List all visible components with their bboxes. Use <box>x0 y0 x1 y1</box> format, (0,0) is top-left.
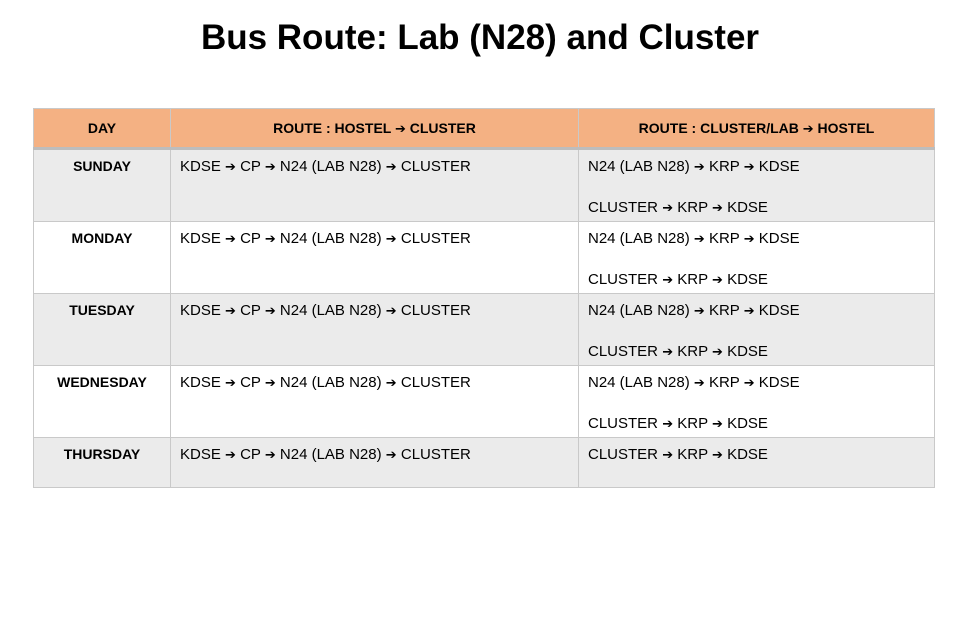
arrow-right-icon: ➔ <box>662 417 674 432</box>
arrow-right-icon: ➔ <box>662 273 674 288</box>
arrow-right-icon: ➔ <box>385 376 397 391</box>
arrow-right-icon: ➔ <box>225 160 236 175</box>
route-line: N24 (LAB N28) ➔ KRP ➔ KDSE <box>588 374 800 391</box>
route-line: CLUSTER ➔ KRP ➔ KDSE <box>588 271 768 288</box>
arrow-right-icon: ➔ <box>264 304 276 319</box>
arrow-right-icon: ➔ <box>693 376 705 391</box>
arrow-right-icon: ➔ <box>662 345 674 360</box>
day-cell: SUNDAY <box>33 148 171 222</box>
arrow-right-icon: ➔ <box>385 448 397 463</box>
route-line: KDSE ➔ CP ➔ N24 (LAB N28) ➔ CLUSTER <box>180 230 471 247</box>
table-row: MONDAY KDSE ➔ CP ➔ N24 (LAB N28) ➔ CLUST… <box>33 221 935 294</box>
route-line: N24 (LAB N28) ➔ KRP ➔ KDSE <box>588 302 800 319</box>
table-header-row: DAY ROUTE : HOSTEL ➔ CLUSTER ROUTE : CLU… <box>33 108 935 150</box>
route-to-cluster-cell: KDSE ➔ CP ➔ N24 (LAB N28) ➔ CLUSTER <box>170 221 579 294</box>
arrow-right-icon: ➔ <box>662 448 674 463</box>
arrow-right-icon: ➔ <box>385 232 397 247</box>
table-row: WEDNESDAY KDSE ➔ CP ➔ N24 (LAB N28) ➔ CL… <box>33 365 935 438</box>
arrow-right-icon: ➔ <box>693 160 705 175</box>
route-to-cluster-cell: KDSE ➔ CP ➔ N24 (LAB N28) ➔ CLUSTER <box>170 293 579 366</box>
arrow-right-icon: ➔ <box>802 121 814 137</box>
route-to-hostel-cell: N24 (LAB N28) ➔ KRP ➔ KDSE CLUSTER ➔ KRP… <box>578 365 935 438</box>
header-hostel-to-cluster: ROUTE : HOSTEL ➔ CLUSTER <box>170 108 579 150</box>
route-to-cluster-cell: KDSE ➔ CP ➔ N24 (LAB N28) ➔ CLUSTER <box>170 365 579 438</box>
arrow-right-icon: ➔ <box>225 232 236 247</box>
arrow-right-icon: ➔ <box>662 201 674 216</box>
arrow-right-icon: ➔ <box>225 448 236 463</box>
arrow-right-icon: ➔ <box>712 448 723 463</box>
arrow-right-icon: ➔ <box>394 121 406 137</box>
table-row: TUESDAY KDSE ➔ CP ➔ N24 (LAB N28) ➔ CLUS… <box>33 293 935 366</box>
table-row: THURSDAY KDSE ➔ CP ➔ N24 (LAB N28) ➔ CLU… <box>33 437 935 488</box>
day-cell: MONDAY <box>33 221 171 294</box>
route-line: CLUSTER ➔ KRP ➔ KDSE <box>588 199 768 216</box>
route-to-hostel-cell: N24 (LAB N28) ➔ KRP ➔ KDSE CLUSTER ➔ KRP… <box>578 221 935 294</box>
arrow-right-icon: ➔ <box>712 273 723 288</box>
arrow-right-icon: ➔ <box>712 417 723 432</box>
arrow-right-icon: ➔ <box>743 232 755 247</box>
arrow-right-icon: ➔ <box>264 160 276 175</box>
arrow-right-icon: ➔ <box>743 160 755 175</box>
page-title: Bus Route: Lab (N28) and Cluster <box>200 18 760 57</box>
route-line: CLUSTER ➔ KRP ➔ KDSE <box>588 446 768 463</box>
arrow-right-icon: ➔ <box>385 304 397 319</box>
arrow-right-icon: ➔ <box>693 304 705 319</box>
arrow-right-icon: ➔ <box>225 304 236 319</box>
route-line: N24 (LAB N28) ➔ KRP ➔ KDSE <box>588 158 800 175</box>
arrow-right-icon: ➔ <box>693 232 705 247</box>
route-line: KDSE ➔ CP ➔ N24 (LAB N28) ➔ CLUSTER <box>180 302 471 319</box>
arrow-right-icon: ➔ <box>385 160 397 175</box>
route-to-hostel-cell: CLUSTER ➔ KRP ➔ KDSE <box>578 437 935 488</box>
day-cell: THURSDAY <box>33 437 171 488</box>
table-row: SUNDAY KDSE ➔ CP ➔ N24 (LAB N28) ➔ CLUST… <box>33 148 935 222</box>
arrow-right-icon: ➔ <box>712 345 723 360</box>
bus-route-table: DAY ROUTE : HOSTEL ➔ CLUSTER ROUTE : CLU… <box>33 108 935 488</box>
route-to-cluster-cell: KDSE ➔ CP ➔ N24 (LAB N28) ➔ CLUSTER <box>170 148 579 222</box>
route-line: KDSE ➔ CP ➔ N24 (LAB N28) ➔ CLUSTER <box>180 374 471 391</box>
route-to-hostel-cell: N24 (LAB N28) ➔ KRP ➔ KDSE CLUSTER ➔ KRP… <box>578 148 935 222</box>
arrow-right-icon: ➔ <box>264 376 276 391</box>
arrow-right-icon: ➔ <box>264 232 276 247</box>
arrow-right-icon: ➔ <box>743 376 755 391</box>
arrow-right-icon: ➔ <box>712 201 723 216</box>
route-line: CLUSTER ➔ KRP ➔ KDSE <box>588 343 768 360</box>
route-line: KDSE ➔ CP ➔ N24 (LAB N28) ➔ CLUSTER <box>180 446 471 463</box>
route-to-cluster-cell: KDSE ➔ CP ➔ N24 (LAB N28) ➔ CLUSTER <box>170 437 579 488</box>
header-day: DAY <box>33 108 171 150</box>
arrow-right-icon: ➔ <box>225 376 236 391</box>
arrow-right-icon: ➔ <box>743 304 755 319</box>
route-line: CLUSTER ➔ KRP ➔ KDSE <box>588 415 768 432</box>
route-line: N24 (LAB N28) ➔ KRP ➔ KDSE <box>588 230 800 247</box>
arrow-right-icon: ➔ <box>264 448 276 463</box>
day-cell: TUESDAY <box>33 293 171 366</box>
route-to-hostel-cell: N24 (LAB N28) ➔ KRP ➔ KDSE CLUSTER ➔ KRP… <box>578 293 935 366</box>
day-cell: WEDNESDAY <box>33 365 171 438</box>
route-line: KDSE ➔ CP ➔ N24 (LAB N28) ➔ CLUSTER <box>180 158 471 175</box>
header-cluster-to-hostel: ROUTE : CLUSTER/LAB ➔ HOSTEL <box>578 108 935 150</box>
